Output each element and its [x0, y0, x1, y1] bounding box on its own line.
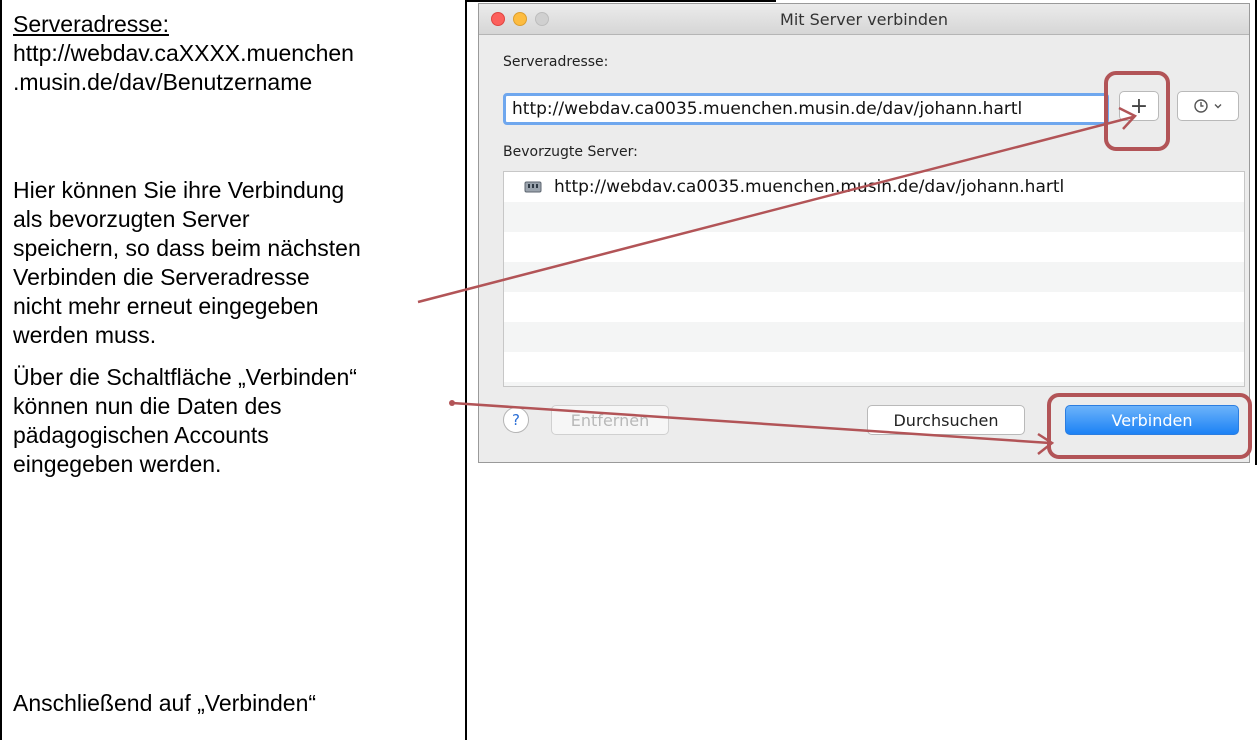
arrow-start-dot [449, 400, 455, 406]
arrow-to-plus-button [417, 115, 1134, 304]
arrow-to-connect-button [451, 401, 1051, 445]
arrow-head-connect [1037, 432, 1055, 455]
annotation-arrows [417, 106, 1138, 455]
